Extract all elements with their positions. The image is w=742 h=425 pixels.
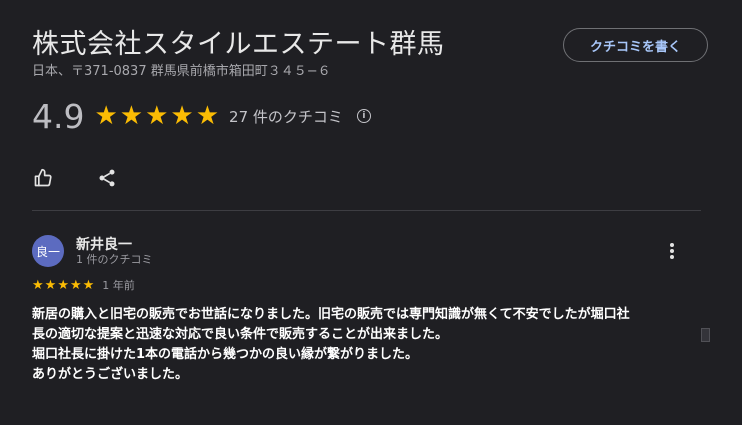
star-icon: ★ (145, 101, 169, 131)
star-icon: ★ (94, 101, 118, 131)
review-text: 新居の購入と旧宅の販売でお世話になりました。旧宅の販売では専門知識が無くて不安で… (32, 305, 692, 385)
star-icon: ★ (170, 101, 194, 131)
review-text-line: ありがとうございました。 (32, 367, 189, 382)
scrollbar-thumb[interactable] (701, 328, 710, 342)
business-address: 日本、〒371-0837 群馬県前橋市箱田町３４５−６ (32, 64, 331, 79)
rating-summary: 4.9 ★ ★ ★ ★ ★ 27 件のクチコミ i (32, 96, 371, 136)
star-icon: ★ (32, 277, 44, 293)
rating-score: 4.9 (32, 96, 85, 136)
star-icon: ★ (44, 277, 57, 293)
review-stars: ★ ★ ★ ★ ★ (32, 279, 94, 292)
thumbs-up-icon[interactable] (33, 168, 53, 188)
star-icon: ★ (82, 277, 95, 293)
review-rating: ★ ★ ★ ★ ★ 1 年前 (32, 277, 135, 293)
star-icon: ★ (57, 277, 69, 293)
review-date: 1 年前 (102, 279, 135, 292)
star-icon: ★ (195, 101, 220, 131)
reviewer-review-count: 1 件のクチコミ (76, 253, 153, 266)
info-icon[interactable]: i (356, 109, 371, 123)
review-count-link[interactable]: 27 件のクチコミ (229, 106, 343, 127)
write-review-button[interactable]: クチコミを書く (563, 28, 708, 62)
star-icon: ★ (119, 101, 144, 131)
rating-stars: ★ ★ ★ ★ ★ (94, 103, 219, 129)
star-icon: ★ (69, 277, 82, 293)
section-divider (32, 210, 701, 211)
review-text-line: 堀口社長に掛けた1本の電話から幾つかの良い縁が繋がりました。 (32, 347, 419, 362)
avatar[interactable]: 良一 (32, 235, 64, 267)
review-text-line: 長の適切な提案と迅速な対応で良い条件で販売することが出来ました。 (32, 327, 449, 342)
review-text-line: 新居の購入と旧宅の販売でお世話になりました。旧宅の販売では専門知識が無くて不安で… (32, 307, 630, 322)
more-vert-icon[interactable] (662, 241, 682, 261)
business-title: 株式会社スタイルエステート群馬 (32, 29, 445, 60)
share-icon[interactable] (97, 168, 117, 188)
